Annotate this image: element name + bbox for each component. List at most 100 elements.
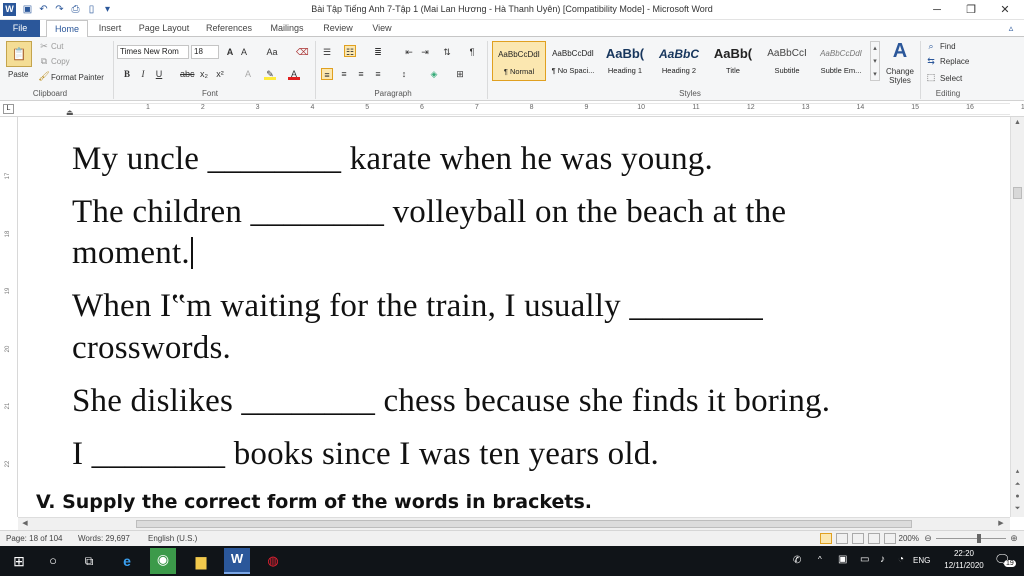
tab-selector-icon[interactable]: L [3,104,14,114]
italic-icon[interactable]: I [137,68,149,80]
style-title[interactable]: AaBb( Title [706,41,760,81]
tab-insert[interactable]: Insert [92,20,128,37]
tab-mailings[interactable]: Mailings [264,20,310,37]
tab-review[interactable]: Review [318,20,358,37]
tab-home[interactable]: Home [46,20,88,38]
superscript-icon[interactable]: x² [214,68,226,80]
zoom-out-icon[interactable]: ⊖ [923,533,933,543]
full-screen-reading-icon[interactable] [836,533,848,544]
font-color-icon[interactable]: A [288,68,300,80]
search-icon[interactable]: ○ [42,550,64,572]
collapse-ribbon-icon[interactable]: ▵ [1004,20,1018,37]
copy-button[interactable]: Copy [51,57,70,66]
zoom-level[interactable]: 200% [895,534,919,543]
justify-icon[interactable]: ≡ [372,68,384,80]
tab-view[interactable]: View [366,20,398,37]
change-styles-button[interactable]: Change Styles [884,67,916,85]
browse-object-icon[interactable]: ● [1013,493,1022,503]
font-family-select[interactable]: Times New Rom [117,45,189,59]
vertical-scrollbar[interactable]: ▲ ▴ ⏶ ● ⏷ [1010,117,1024,517]
ruler-toggle-icon[interactable]: ▴ [1013,467,1022,477]
shrink-font-icon[interactable]: A [238,46,250,58]
document-page[interactable]: My uncle ________ karate when he was you… [18,117,1010,517]
restore-button[interactable]: ❐ [954,0,988,20]
battery-icon[interactable]: ▭ [860,554,869,565]
copy-icon[interactable]: ⧉ [38,55,50,67]
tray-overflow-icon[interactable]: ^ [818,555,822,564]
format-painter-button[interactable]: Format Painter [51,73,104,82]
zoom-slider-thumb[interactable] [977,534,981,543]
tab-file[interactable]: File [0,20,40,37]
tray-app-icon[interactable]: ▣ [838,554,847,565]
edge-browser-icon[interactable]: e [116,550,138,572]
vertical-scroll-thumb[interactable] [1013,187,1022,199]
clock-time[interactable]: 22:20 [946,549,982,558]
language-indicator[interactable]: English (U.S.) [148,534,197,543]
style-heading-2[interactable]: AaBbC Heading 2 [652,41,706,81]
shading-icon[interactable]: ◈ [428,68,440,80]
text-effects-icon[interactable]: A [242,68,254,80]
bullets-icon[interactable]: ☰ [321,46,333,58]
align-center-icon[interactable]: ≡ [338,68,350,80]
indent-marker-icon[interactable]: ⏏ [66,109,74,117]
horizontal-scrollbar[interactable]: ◀ ▶ [18,517,1010,530]
highlight-icon[interactable]: ✎ [264,68,276,80]
underline-icon[interactable]: U [153,68,165,80]
tab-page-layout[interactable]: Page Layout [134,20,194,37]
sort-icon[interactable]: ⇅ [441,46,453,58]
previous-page-icon[interactable]: ⏶ [1013,481,1022,491]
scroll-right-icon[interactable]: ▶ [996,519,1006,529]
zoom-slider[interactable] [936,538,1006,539]
cut-button[interactable]: Cut [51,42,63,51]
replace-icon[interactable]: ⇆ [925,55,937,67]
file-explorer-icon[interactable]: ▆ [190,550,212,572]
word-count[interactable]: Words: 29,697 [78,534,130,543]
show-formatting-icon[interactable]: ¶ [466,46,478,58]
horizontal-scroll-thumb[interactable] [136,520,912,528]
style-no-spacing[interactable]: AaBbCcDdI ¶ No Spaci... [546,41,600,81]
task-view-icon[interactable]: ⧉ [78,550,100,572]
paste-icon[interactable]: 📋 [6,41,32,67]
input-language[interactable]: ENG [913,556,930,565]
web-layout-icon[interactable] [852,533,864,544]
select-button[interactable]: Select [940,74,962,83]
coccoc-browser-icon[interactable]: ◉ [150,548,176,574]
font-size-select[interactable]: 18 [191,45,219,59]
bold-icon[interactable]: B [121,68,133,80]
zalo-app-icon[interactable]: ◍ [262,550,284,572]
page-count[interactable]: Page: 18 of 104 [6,534,63,543]
change-styles-icon[interactable]: A [886,40,914,64]
change-case-icon[interactable]: Aa [266,46,278,58]
borders-icon[interactable]: ⊞ [454,68,466,80]
replace-button[interactable]: Replace [940,57,969,66]
people-icon[interactable]: ✆ [793,555,801,566]
minimize-button[interactable]: ─ [920,0,954,20]
style-subtle-emphasis[interactable]: AaBbCcDdI Subtle Em... [814,41,868,81]
paste-button-label[interactable]: Paste [8,70,28,79]
grow-font-icon[interactable]: A [224,46,236,58]
wifi-icon[interactable]: ◔ [898,554,904,565]
scroll-up-icon[interactable]: ▲ [1013,119,1022,129]
strikethrough-icon[interactable]: abc [180,68,195,80]
zoom-in-icon[interactable]: ⊕ [1009,533,1019,543]
word-taskbar-icon[interactable]: W [224,548,250,574]
volume-icon[interactable]: ♪ [880,554,885,565]
cut-icon[interactable]: ✂ [38,40,50,52]
multilevel-list-icon[interactable]: ≣ [372,46,384,58]
decrease-indent-icon[interactable]: ⇤ [403,46,415,58]
line-spacing-icon[interactable]: ↕ [398,68,410,80]
styles-scroll-icon[interactable]: ▴ ▾ ▾ [870,41,880,81]
scroll-left-icon[interactable]: ◀ [20,519,30,529]
close-button[interactable]: ✕ [988,0,1022,20]
next-page-icon[interactable]: ⏷ [1013,505,1022,515]
clock-date[interactable]: 12/11/2020 [938,561,990,570]
find-button[interactable]: Find [940,42,956,51]
horizontal-ruler[interactable]: L ⏏ 1234567891011121314151617 [0,101,1024,117]
align-left-icon[interactable]: ≡ [321,68,333,80]
tab-references[interactable]: References [202,20,256,37]
subscript-icon[interactable]: x₂ [198,68,210,80]
print-layout-icon[interactable] [820,533,832,544]
format-painter-icon[interactable]: 🖌 [38,70,50,82]
style-subtitle[interactable]: AaBbCcI Subtitle [760,41,814,81]
increase-indent-icon[interactable]: ⇥ [419,46,431,58]
